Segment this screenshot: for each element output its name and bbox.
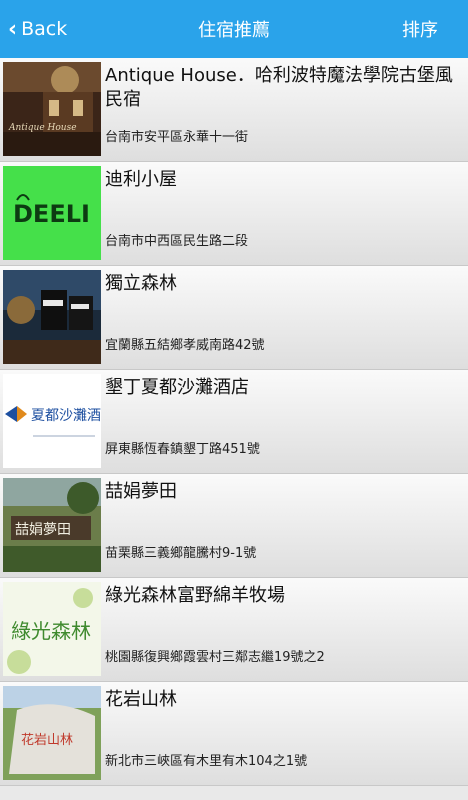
thumbnail-caption: DEELI [13, 200, 90, 228]
list-item[interactable]: 喆娟夢田 喆娟夢田 苗栗縣三義鄉龍騰村9-1號 [0, 474, 468, 578]
thumbnail-caption: Antique House [8, 123, 77, 133]
list-item[interactable]: 綠光森林 綠光森林富野綿羊牧場 桃園縣復興鄉霞雲村三鄰志繼19號之2 [0, 578, 468, 682]
thumbnail-image [3, 270, 101, 364]
item-address: 宜蘭縣五結鄉孝威南路42號 [105, 338, 265, 353]
thumbnail-caption: 綠光森林 [11, 619, 91, 643]
list-item[interactable]: 獨立森林 宜蘭縣五結鄉孝威南路42號 [0, 266, 468, 370]
accommodation-list: Antique House Antique House．哈利波特魔法學院古堡風民… [0, 58, 468, 786]
item-address: 台南市中西區民生路二段 [105, 234, 249, 249]
list-item[interactable]: 花岩山林 花岩山林 新北市三峽區有木里有木104之1號 [0, 682, 468, 786]
thumbnail-image: Antique House [3, 62, 101, 156]
item-name: 花岩山林 [105, 689, 177, 710]
chevron-left-icon: ‹ [8, 16, 18, 42]
item-name: 迪利小屋 [105, 169, 177, 190]
thumbnail-image: DEELI [3, 166, 101, 260]
item-address: 新北市三峽區有木里有木104之1號 [105, 754, 308, 769]
item-name: 喆娟夢田 [105, 481, 177, 502]
thumbnail-caption: 花岩山林 [21, 732, 73, 748]
back-label: Back [21, 18, 68, 40]
item-address: 台南市安平區永華十一街 [105, 130, 249, 145]
back-button[interactable]: ‹ Back [8, 0, 67, 58]
item-name: 獨立森林 [105, 273, 177, 294]
thumbnail-image: 夏都沙灘酒店 [3, 374, 101, 468]
item-address: 桃園縣復興鄉霞雲村三鄰志繼19號之2 [105, 650, 325, 665]
item-name: Antique House．哈利波特魔法學院古堡風民宿 [105, 65, 453, 110]
list-item[interactable]: DEELI 迪利小屋 台南市中西區民生路二段 [0, 162, 468, 266]
item-address: 屏東縣恆春鎮墾丁路451號 [105, 442, 260, 457]
thumbnail-image: 喆娟夢田 [3, 478, 101, 572]
thumbnail-image: 綠光森林 [3, 582, 101, 676]
thumbnail-image: 花岩山林 [3, 686, 101, 780]
sort-button[interactable]: 排序 [402, 0, 438, 58]
list-item[interactable]: Antique House Antique House．哈利波特魔法學院古堡風民… [0, 58, 468, 162]
top-bar: ‹ Back 住宿推薦 排序 [0, 0, 468, 58]
item-address: 苗栗縣三義鄉龍騰村9-1號 [105, 546, 257, 561]
item-name: 綠光森林富野綿羊牧場 [105, 585, 285, 606]
page-title: 住宿推薦 [198, 20, 270, 41]
thumbnail-caption: 喆娟夢田 [15, 522, 71, 538]
list-item[interactable]: 夏都沙灘酒店 墾丁夏都沙灘酒店 屏東縣恆春鎮墾丁路451號 [0, 370, 468, 474]
thumbnail-caption: 夏都沙灘酒店 [31, 408, 101, 424]
item-name: 墾丁夏都沙灘酒店 [105, 377, 249, 398]
